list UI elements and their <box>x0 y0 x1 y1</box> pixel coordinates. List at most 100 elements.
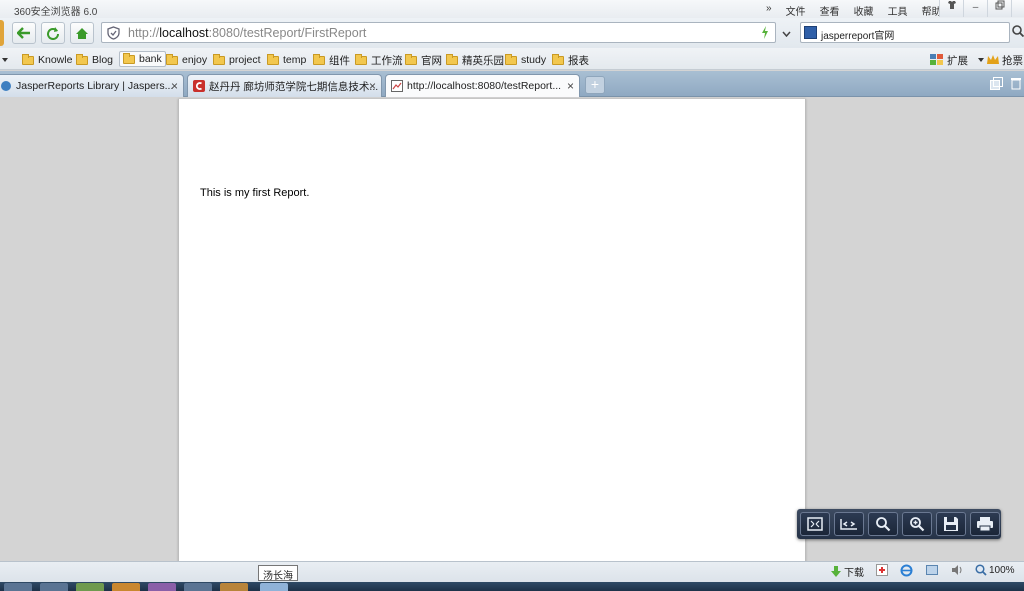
status-tool-2[interactable] <box>926 564 938 576</box>
menu-more[interactable]: » <box>766 3 772 18</box>
zoom-out-icon <box>876 517 891 532</box>
bookmark-workflow[interactable]: 工作流 <box>355 52 403 68</box>
taskbar-item[interactable] <box>220 583 248 591</box>
taskbar-item[interactable] <box>148 583 176 591</box>
shield-icon <box>107 26 120 40</box>
bookmarks-bar: Knowle Blog bank enjoy project temp 组件 工… <box>0 48 1024 70</box>
tooltip: 汤长海 <box>258 565 298 582</box>
bookmark-blog[interactable]: Blog <box>76 52 113 68</box>
print-icon <box>977 517 993 532</box>
zoom-level[interactable]: 100% <box>975 564 1015 576</box>
extensions-icon <box>930 54 943 65</box>
csdn-favicon-icon <box>193 80 205 92</box>
sound-button[interactable] <box>951 564 964 576</box>
folder-icon <box>22 53 34 65</box>
ticket-grab-button[interactable]: 抢票 <box>986 52 1023 68</box>
folder-icon <box>313 53 325 65</box>
title-bar: 360安全浏览器 6.0 » 文件 查看 收藏 工具 帮助 – <box>0 0 1024 18</box>
search-box[interactable]: jasperreport官网 <box>800 22 1010 43</box>
taskbar-item[interactable] <box>260 583 288 591</box>
save-icon <box>944 517 958 531</box>
extensions-button[interactable]: 扩展 <box>930 52 984 68</box>
tab-csdn-blog[interactable]: 赵丹丹 廊坊师范学院七期信息技术... × <box>187 74 382 97</box>
taskbar-item[interactable] <box>184 583 212 591</box>
speaker-icon <box>952 565 962 575</box>
home-button[interactable] <box>70 22 94 44</box>
tab-close-icon[interactable]: × <box>369 79 376 93</box>
print-button[interactable] <box>970 512 1000 536</box>
bookmark-components[interactable]: 组件 <box>313 52 350 68</box>
address-bar[interactable]: http://localhost:8080/testReport/FirstRe… <box>101 22 776 43</box>
bookmark-study[interactable]: study <box>505 52 546 68</box>
folder-icon <box>552 53 564 65</box>
jasper-favicon-icon <box>1 81 11 91</box>
zoom-in-button[interactable] <box>902 512 932 536</box>
ie-icon <box>900 564 913 577</box>
save-button[interactable] <box>936 512 966 536</box>
bookmarks-menu-arrow[interactable] <box>2 52 8 68</box>
viewer-toolbar <box>797 509 1001 539</box>
folder-icon <box>123 52 135 64</box>
new-tab-button[interactable]: + <box>585 76 605 94</box>
taskbar-item[interactable] <box>112 583 140 591</box>
tab-jasperreports[interactable]: JasperReports Library | Jaspers... × <box>0 74 184 97</box>
tab-close-icon[interactable]: × <box>171 79 178 93</box>
search-input[interactable]: jasperreport官网 <box>821 27 894 42</box>
zoom-out-button[interactable] <box>868 512 898 536</box>
address-dropdown-icon[interactable] <box>782 28 791 40</box>
status-bar <box>0 561 1024 582</box>
trash-icon[interactable] <box>1010 76 1022 93</box>
taskbar-item[interactable] <box>76 583 104 591</box>
bookmark-enjoy[interactable]: enjoy <box>166 52 207 68</box>
back-button[interactable] <box>12 22 36 44</box>
fit-page-button[interactable] <box>800 512 830 536</box>
tab-close-icon[interactable]: × <box>567 79 574 93</box>
status-tool-1[interactable] <box>876 564 888 576</box>
bookmark-knowle[interactable]: Knowle <box>22 52 72 68</box>
taskbar-item[interactable] <box>4 583 32 591</box>
fit-page-icon <box>807 517 823 531</box>
menu-favorites[interactable]: 收藏 <box>854 3 874 18</box>
logo-icon <box>0 20 4 46</box>
tab-list-icon[interactable] <box>990 77 1003 93</box>
close-window-icon[interactable] <box>1011 0 1024 17</box>
tab-first-report[interactable]: http://localhost:8080/testReport... × <box>385 74 580 97</box>
minimize-icon[interactable]: – <box>963 0 987 17</box>
download-button[interactable]: 下载 <box>830 564 864 579</box>
folder-icon <box>166 53 178 65</box>
restore-icon[interactable] <box>987 0 1011 17</box>
zoom-in-icon <box>910 517 925 532</box>
refresh-button[interactable] <box>41 22 65 44</box>
bookmark-official[interactable]: 官网 <box>405 52 442 68</box>
menu-tools[interactable]: 工具 <box>888 3 908 18</box>
ie-mode-button[interactable] <box>900 564 913 577</box>
menu-file[interactable]: 文件 <box>786 3 806 18</box>
lightning-icon[interactable] <box>761 26 769 39</box>
taskbar-item[interactable] <box>40 583 68 591</box>
fit-width-button[interactable] <box>834 512 864 536</box>
bookmark-reports[interactable]: 报表 <box>552 52 589 68</box>
zoom-icon <box>975 564 987 576</box>
bookmark-temp[interactable]: temp <box>267 52 306 68</box>
report-page: This is my first Report. <box>178 99 806 569</box>
window-icon <box>926 565 938 575</box>
bookmark-bank[interactable]: bank <box>119 51 166 67</box>
folder-icon <box>405 53 417 65</box>
menu-bar: » 文件 查看 收藏 工具 帮助 <box>766 3 956 18</box>
skin-icon[interactable] <box>939 0 963 17</box>
search-engine-icon[interactable] <box>804 26 817 39</box>
tab-bar: JasperReports Library | Jaspers... × 赵丹丹… <box>0 71 1024 97</box>
bookmark-elite[interactable]: 精英乐园 <box>446 52 504 68</box>
folder-icon <box>446 53 458 65</box>
back-arrow-icon <box>17 27 30 39</box>
refresh-icon <box>47 27 59 40</box>
url-text: http://localhost:8080/testReport/FirstRe… <box>128 26 367 40</box>
download-icon <box>831 565 841 577</box>
search-icon[interactable] <box>1012 25 1024 40</box>
report-text: This is my first Report. <box>200 187 310 199</box>
app-title: 360安全浏览器 6.0 <box>14 7 98 18</box>
menu-view[interactable]: 查看 <box>820 3 840 18</box>
navigation-bar: http://localhost:8080/testReport/FirstRe… <box>0 18 1024 48</box>
content-area: This is my first Report. <box>0 97 1024 569</box>
bookmark-project[interactable]: project <box>213 52 261 68</box>
